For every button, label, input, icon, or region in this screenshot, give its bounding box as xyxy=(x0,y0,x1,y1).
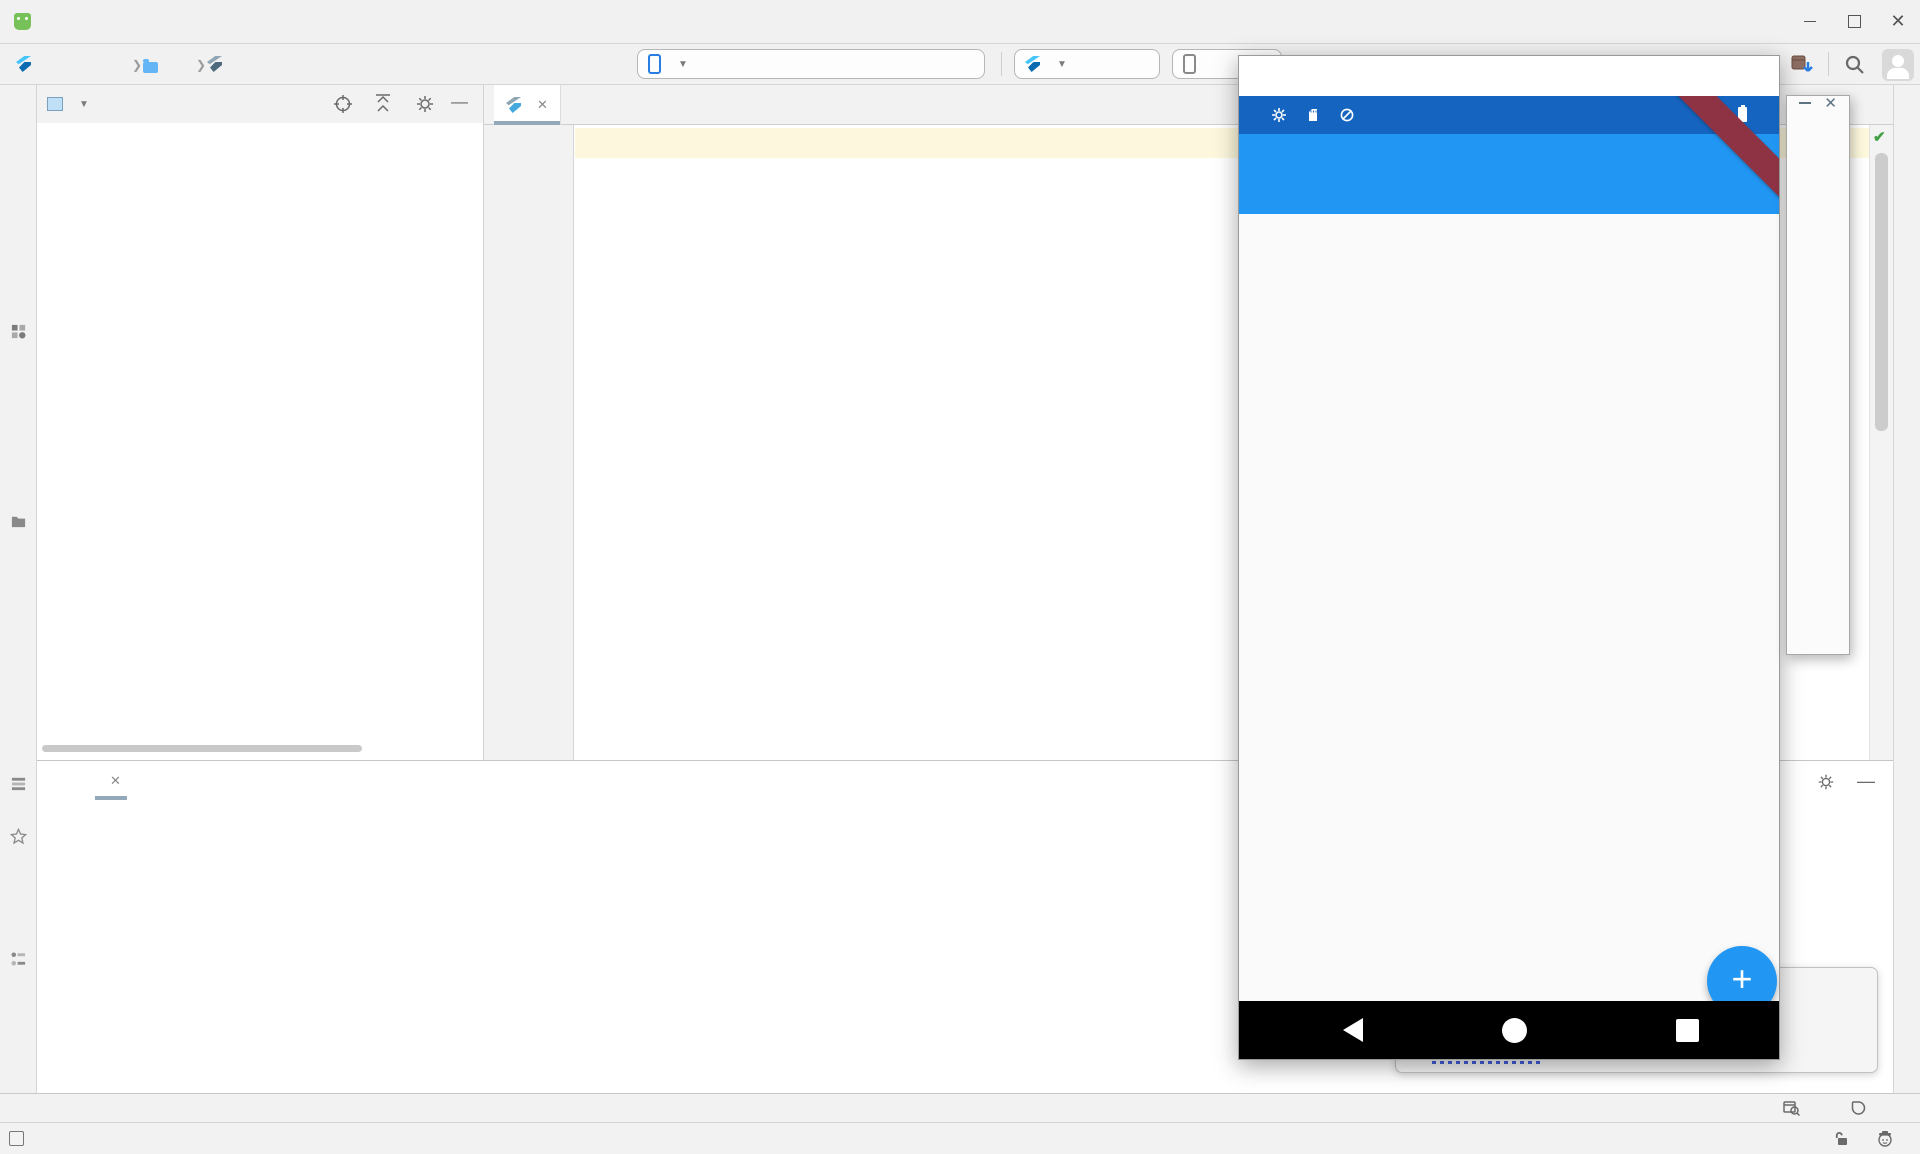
emulator-side-toolbar: ✕ xyxy=(1786,95,1850,655)
device-selector-dropdown[interactable]: ▼ xyxy=(637,49,985,79)
editor-gutter xyxy=(484,125,574,760)
project-panel: ▼ — xyxy=(37,85,484,760)
folder-icon xyxy=(143,62,158,73)
tab-main-dart[interactable]: ✕ xyxy=(494,85,561,125)
dart-file-icon xyxy=(207,56,222,77)
status-gear-icon xyxy=(1271,107,1287,123)
status-datasaver-icon xyxy=(1339,107,1355,123)
nav-home-button[interactable] xyxy=(1502,1018,1527,1043)
emulator-minimize-button[interactable] xyxy=(1799,102,1811,104)
close-tab-icon[interactable]: ✕ xyxy=(537,97,548,113)
flutter-run-config-icon xyxy=(1025,56,1040,72)
breadcrumb-chevron: ❯ xyxy=(132,58,142,72)
emulator-close-button[interactable]: ✕ xyxy=(1824,94,1837,112)
android-studio-window: ✕ ❯ ❯ ▼ ▼ xyxy=(0,0,1920,1154)
structure-icon[interactable] xyxy=(10,951,27,968)
messages-settings-gear-icon[interactable] xyxy=(1817,773,1835,791)
plus-icon: + xyxy=(1731,958,1752,1000)
android-nav-bar xyxy=(1239,1001,1779,1059)
close-tab-icon[interactable]: ✕ xyxy=(110,773,121,789)
dart-file-icon xyxy=(506,97,521,113)
notification-link-fragment[interactable] xyxy=(1432,1061,1544,1064)
android-logo-icon xyxy=(14,13,31,30)
flutter-app-bar xyxy=(1239,134,1779,214)
event-log-button[interactable] xyxy=(1850,1100,1875,1117)
flutter-logo-icon xyxy=(16,56,31,77)
scrollbar-thumb[interactable] xyxy=(1875,153,1888,431)
toolbar-separator xyxy=(1828,52,1829,76)
chevron-down-icon: ▼ xyxy=(678,59,688,70)
minimize-panel-icon[interactable]: — xyxy=(1857,771,1875,792)
project-tree xyxy=(37,85,484,760)
project-folder-icon[interactable] xyxy=(10,513,27,530)
emulator-window[interactable]: + xyxy=(1238,55,1780,1060)
window-maximize-button[interactable] xyxy=(1832,6,1876,38)
editor-scrollbar[interactable]: ✔ xyxy=(1869,125,1893,760)
search-everywhere-icon[interactable] xyxy=(1843,53,1867,82)
lock-open-icon[interactable] xyxy=(1834,1131,1850,1147)
avatar[interactable] xyxy=(1882,49,1914,81)
build-variants-icon[interactable] xyxy=(10,775,27,792)
pixel-device-icon xyxy=(1183,54,1196,74)
favorites-star-icon[interactable] xyxy=(10,828,27,845)
sdk-manager-icon[interactable] xyxy=(1789,52,1815,83)
chevron-down-icon: ▼ xyxy=(1057,59,1067,70)
horizontal-scrollbar[interactable] xyxy=(42,745,362,752)
status-sdcard-icon xyxy=(1305,107,1321,123)
run-config-dropdown[interactable]: ▼ xyxy=(1014,49,1160,79)
emulator-screen[interactable]: + xyxy=(1239,96,1779,1059)
status-bar xyxy=(0,1122,1920,1154)
menu-bar: ✕ xyxy=(0,0,1920,44)
left-tool-strip xyxy=(0,85,37,1093)
nav-back-button[interactable] xyxy=(1343,1018,1363,1042)
right-tool-strip xyxy=(1893,85,1920,1093)
device-phone-icon xyxy=(648,54,661,74)
tool-window-toggle-icon[interactable] xyxy=(9,1131,24,1146)
emulator-title-bar[interactable] xyxy=(1239,56,1779,96)
layout-inspector-button[interactable] xyxy=(1782,1100,1808,1117)
inspections-ok-icon[interactable]: ✔ xyxy=(1873,128,1886,146)
nav-recents-button[interactable] xyxy=(1676,1019,1699,1042)
window-minimize-button[interactable] xyxy=(1788,6,1832,38)
bottom-tool-bar xyxy=(0,1093,1920,1122)
resource-manager-icon[interactable] xyxy=(10,323,27,340)
window-close-button[interactable]: ✕ xyxy=(1876,6,1920,38)
breadcrumb-chevron: ❯ xyxy=(196,58,206,72)
toolbar-separator xyxy=(1001,52,1002,76)
hector-inspector-icon[interactable] xyxy=(1876,1130,1894,1148)
messages-flutter-tab[interactable]: ✕ xyxy=(95,761,127,801)
